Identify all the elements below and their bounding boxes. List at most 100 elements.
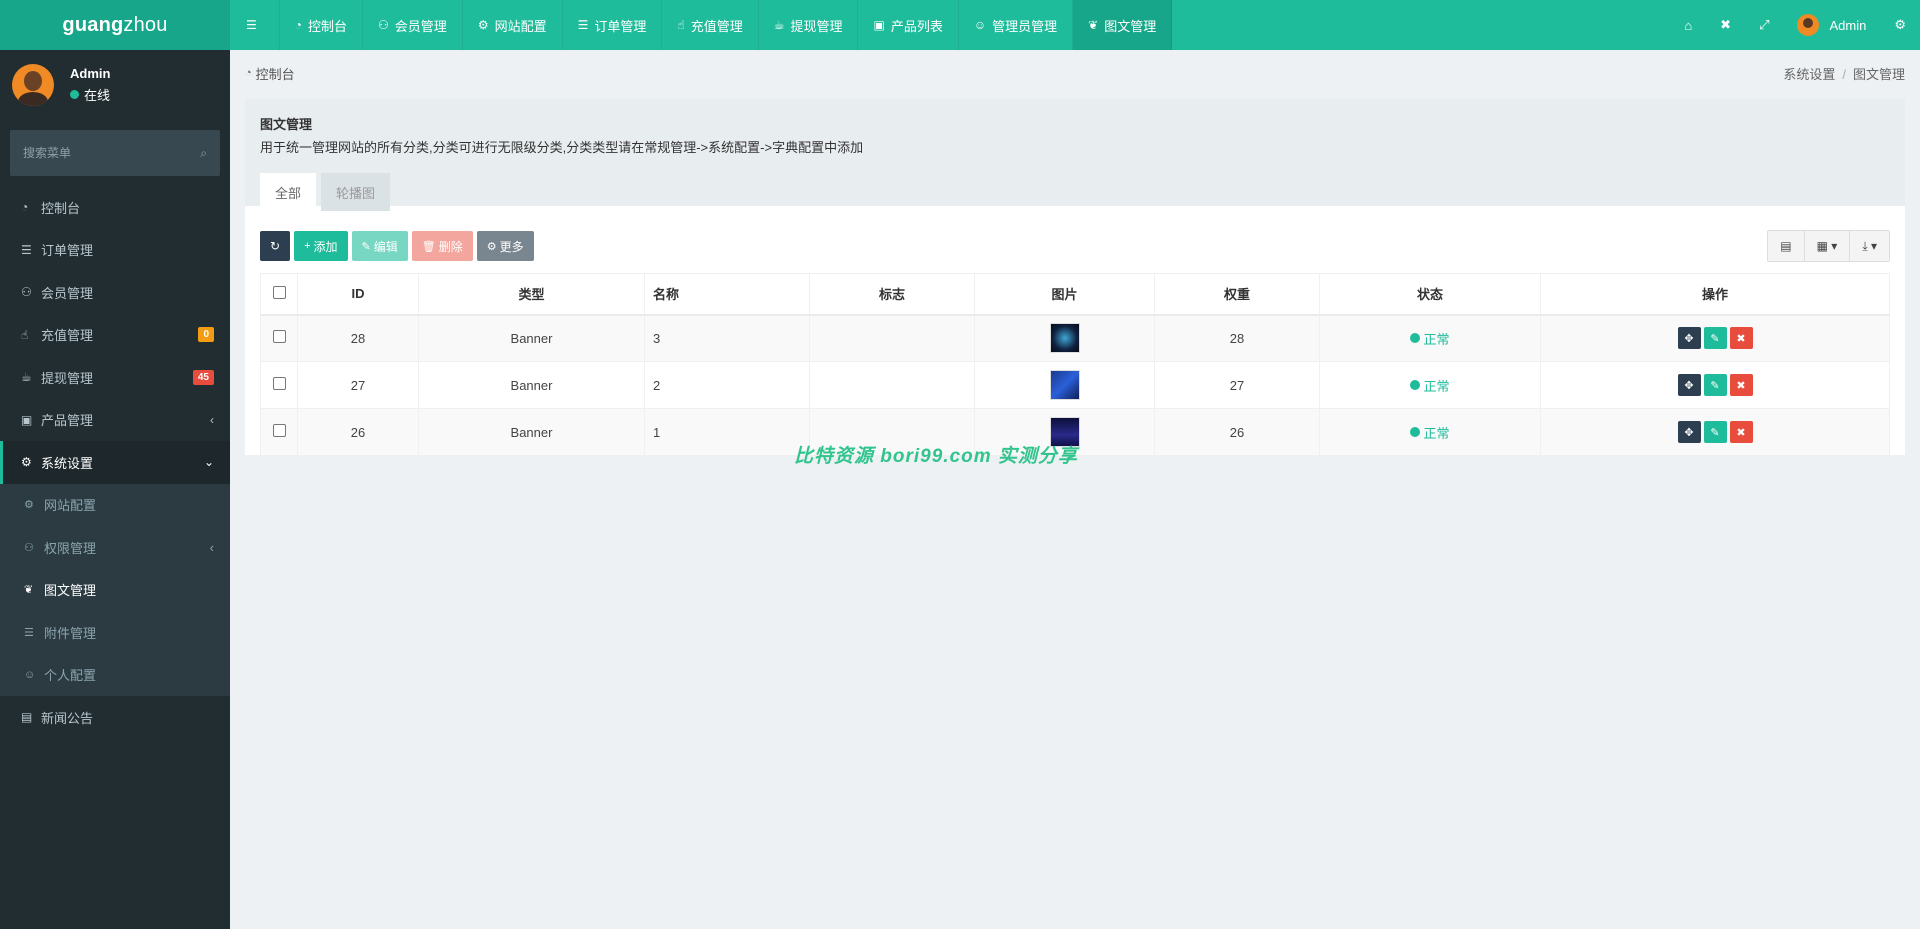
sidebar-subitem[interactable]: ⚙ 网站配置	[0, 484, 230, 527]
topnav-item[interactable]: ☕ 提现管理	[759, 0, 859, 50]
select-all-cell	[260, 273, 298, 316]
topnav-item[interactable]: ◔ 控制台	[280, 0, 364, 50]
sidebar: Admin 在线 ⌕ ◔ 控制台 ☰ 订单管理 ⚇ 会员管理 ☝ 充值管理 0 ☕ 提现管理 45 ▣ 产…	[0, 50, 230, 929]
topnav-item[interactable]: ⚇ 会员管理	[363, 0, 463, 50]
cell-name: 2	[644, 361, 810, 409]
col-image[interactable]: 图片	[974, 273, 1155, 316]
row-edit-button[interactable]: ✎	[1703, 374, 1727, 396]
select-all-checkbox[interactable]	[272, 285, 286, 299]
row-delete-button[interactable]: ✖	[1729, 374, 1753, 396]
toggle-card-view-button[interactable]: ▤	[1768, 231, 1805, 261]
add-button[interactable]: + 添加	[294, 231, 348, 261]
sidebar-search-input[interactable]	[23, 146, 201, 160]
row-edit-button[interactable]: ✎	[1703, 327, 1727, 350]
edit-button-label: 编辑	[373, 239, 398, 254]
refresh-button[interactable]: ↻	[260, 231, 291, 261]
cell-name: 1	[644, 408, 810, 456]
settings-button[interactable]: ⚙	[1880, 0, 1920, 50]
cell-type: Banner	[418, 361, 645, 409]
export-dropdown-button[interactable]: ⤓ ▾	[1850, 231, 1889, 261]
status-badge: 正常	[1410, 329, 1450, 348]
columns-dropdown-button[interactable]: ▦ ▾	[1804, 231, 1851, 261]
delete-button[interactable]: 🗑 删除	[411, 231, 473, 261]
sidebar-subitem[interactable]: ❦ 图文管理	[0, 569, 230, 612]
edit-button[interactable]: ✎ 编辑	[351, 231, 408, 261]
col-weight[interactable]: 权重	[1154, 273, 1320, 316]
arrows-icon: ✥	[1684, 379, 1694, 392]
chevron-icon: ⌄	[203, 455, 214, 470]
breadcrumb-item-settings[interactable]: 系统设置	[1783, 67, 1835, 82]
cell-type: Banner	[418, 408, 645, 456]
cell-id: 28	[297, 314, 419, 362]
brand-logo[interactable]: guang zhou	[0, 0, 230, 50]
page-title: 图文管理	[260, 117, 313, 132]
user-menu[interactable]: Admin	[1783, 0, 1880, 50]
banner-thumbnail[interactable]	[1049, 323, 1080, 354]
tab-banner[interactable]: 轮播图	[321, 173, 391, 211]
row-delete-button[interactable]: ✖	[1729, 421, 1753, 443]
col-flag[interactable]: 标志	[809, 273, 975, 316]
sidebar-item[interactable]: ▤ 新闻公告	[0, 696, 230, 739]
sidebar-item[interactable]: ☝ 充值管理 0	[0, 314, 230, 357]
search-icon[interactable]: ⌕	[200, 146, 207, 161]
tab-all[interactable]: 全部	[260, 173, 317, 211]
clear-cache-button[interactable]: ✖	[1706, 0, 1745, 50]
table-row[interactable]: 27 Banner 2 27 正常 ✥ ✎ ✖	[260, 361, 1890, 409]
drag-sort-button[interactable]: ✥	[1677, 421, 1701, 443]
trash-icon: ✖	[1736, 332, 1746, 345]
sidebar-item[interactable]: ▣ 产品管理 ‹	[0, 399, 230, 442]
sidebar-item[interactable]: ⚇ 会员管理	[0, 271, 230, 314]
export-icon: ⤓ ▾	[1862, 238, 1877, 253]
col-actions: 操作	[1540, 273, 1890, 316]
sidebar-item[interactable]: ☰ 订单管理	[0, 229, 230, 272]
trash-icon: ✖	[1736, 379, 1746, 392]
banner-thumbnail[interactable]	[1049, 370, 1080, 400]
online-dot-icon	[70, 90, 79, 99]
col-id[interactable]: ID	[297, 273, 419, 316]
topnav-item[interactable]: ☺ 管理员管理	[959, 0, 1074, 50]
top-navbar: guang zhou ☰ ◔ 控制台 ⚇ 会员管理 ⚙ 网站配置 ☰ 订单管理 ☝ 充值管理 ☕ 提现管理…	[0, 0, 1920, 50]
fullscreen-button[interactable]: ⤢	[1745, 0, 1783, 50]
menu-icon: ◔	[21, 200, 29, 215]
topnav-item[interactable]: ☝ 充值管理	[662, 0, 759, 50]
row-checkbox[interactable]	[272, 330, 286, 344]
gear-icon: ⚙	[486, 240, 497, 253]
drag-sort-button[interactable]: ✥	[1677, 327, 1701, 350]
row-delete-button[interactable]: ✖	[1729, 327, 1753, 350]
cell-weight: 26	[1154, 408, 1320, 456]
topnav-item[interactable]: ☰ 订单管理	[563, 0, 663, 50]
menu-item-label: 系统设置	[41, 455, 94, 471]
col-name[interactable]: 名称	[644, 273, 810, 316]
menu-item-label: 产品管理	[41, 413, 94, 429]
topnav-item[interactable]: ❦ 图文管理	[1073, 0, 1173, 50]
col-type[interactable]: 类型	[418, 273, 645, 316]
sidebar-item[interactable]: ⚙ 系统设置 ⌄	[0, 441, 230, 484]
sidebar-item[interactable]: ◔ 控制台	[0, 186, 230, 229]
watermark: 比特资源 bori99.com 实测分享	[794, 446, 1078, 467]
breadcrumb-home[interactable]: 控制台	[256, 64, 295, 83]
sidebar-subitem[interactable]: ⚇ 权限管理 ‹	[0, 526, 230, 569]
sidebar-item[interactable]: ☕ 提现管理 45	[0, 356, 230, 399]
trash-icon: 🗑	[421, 240, 436, 253]
table-toolbar: ↻ + 添加 ✎ 编辑 🗑 删除 ⚙ 更多 ▤ ▦ ▾ ⤓ ▾	[260, 230, 1890, 262]
row-edit-button[interactable]: ✎	[1703, 421, 1727, 443]
table-row[interactable]: 28 Banner 3 28 正常 ✥ ✎ ✖	[260, 314, 1890, 362]
drag-sort-button[interactable]: ✥	[1677, 374, 1701, 396]
sidebar-submenu: ⚙ 网站配置 ⚇ 权限管理 ‹ ❦ 图文管理 ☰ 附件管理 ☺ 个人配置	[0, 483, 230, 697]
row-checkbox[interactable]	[272, 377, 286, 390]
home-button[interactable]: ⌂	[1670, 0, 1706, 50]
sidebar-toggle-button[interactable]: ☰	[230, 0, 280, 50]
topnav-item-label: 产品列表	[890, 18, 943, 34]
col-status[interactable]: 状态	[1319, 273, 1541, 316]
sidebar-subitem[interactable]: ☰ 附件管理	[0, 611, 230, 654]
topnav-item[interactable]: ⚙ 网站配置	[463, 0, 563, 50]
topnav-item[interactable]: ▣ 产品列表	[858, 0, 959, 50]
topnav-item-label: 管理员管理	[992, 18, 1058, 34]
menu-icon: ❦	[24, 584, 34, 597]
more-button[interactable]: ⚙ 更多	[476, 231, 534, 261]
row-checkbox[interactable]	[272, 424, 286, 437]
topnav-item-label: 提现管理	[790, 18, 843, 34]
topnav-item-label: 充值管理	[690, 18, 743, 34]
menu-item-label: 控制台	[41, 200, 81, 216]
sidebar-subitem[interactable]: ☺ 个人配置	[0, 654, 230, 697]
